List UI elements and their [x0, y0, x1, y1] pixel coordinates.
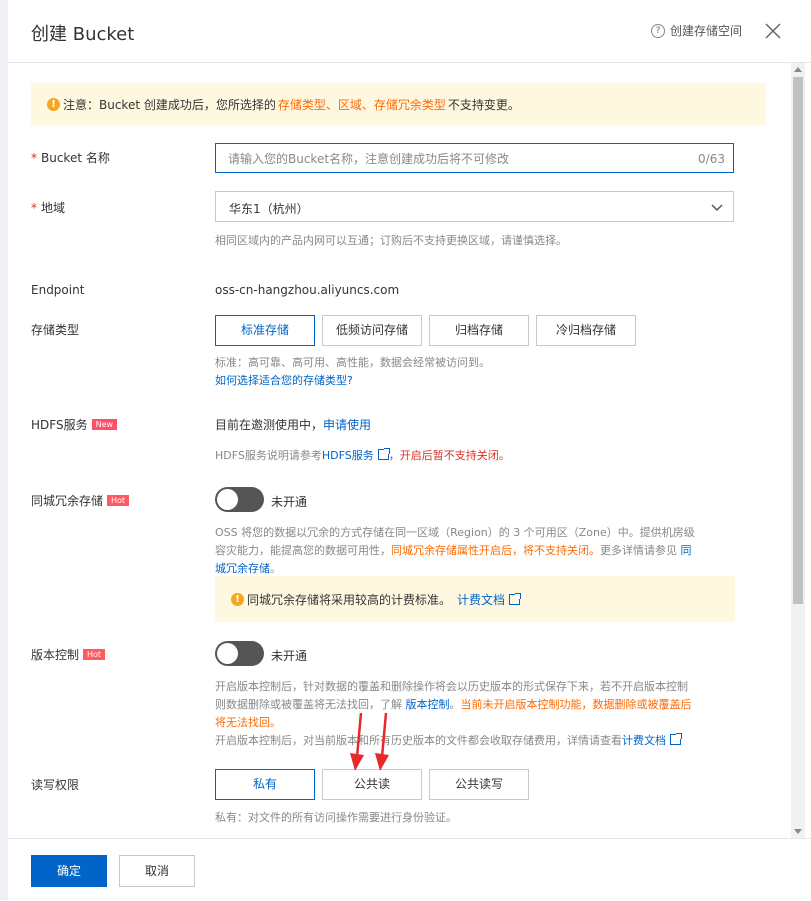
acl-option-public-read-write[interactable]: 公共读写 [429, 769, 529, 800]
close-icon[interactable] [764, 22, 782, 40]
bucket-name-label: * Bucket 名称 [31, 149, 110, 166]
zrs-note-text: 同城冗余存储将采用较高的计费标准。 [247, 592, 452, 607]
toggle-knob [217, 643, 238, 664]
notice-banner: ! 注意：Bucket 创建成功后，您所选择的 存储类型、区域、存储冗余类型 不… [31, 83, 766, 125]
versioning-line2: 则数据删除或被覆盖将无法找回，了解 版本控制。当前未开启版本控制功能，数据删除或… [215, 696, 745, 714]
zrs-doc-link-start[interactable]: 同 [681, 544, 692, 557]
external-link-icon [377, 448, 390, 460]
hdfs-label-text: HDFS服务 [31, 418, 88, 432]
versioning-toggle[interactable] [215, 641, 264, 666]
required-mark: * [31, 201, 37, 215]
acl-hint: 私有：对文件的所有访问操作需要进行身份验证。 [215, 811, 457, 824]
storage-class-label: 存储类型 [31, 323, 80, 337]
scrollbar[interactable] [791, 63, 805, 838]
versioning-doc-link[interactable]: 版本控制 [406, 698, 450, 711]
zrs-toggle-text: 未开通 [271, 495, 308, 509]
versioning-warning-cont: 将无法找回。 [215, 716, 281, 729]
storage-option-standard[interactable]: 标准存储 [215, 315, 315, 346]
dialog-title: 创建 Bucket [31, 24, 135, 45]
versioning-label: 版本控制 Hot [31, 646, 106, 663]
external-link-icon [670, 733, 682, 745]
help-link[interactable]: ? 创建存储空间 [651, 22, 742, 39]
notice-highlight: 存储类型、区域、存储冗余类型 [277, 97, 446, 112]
acl-option-private[interactable]: 私有 [215, 769, 315, 800]
zrs-desc-more: 更多详情请参见 [600, 544, 681, 557]
versioning-description: 开启版本控制后，针对数据的覆盖和删除操作将会以历史版本的形式保存下来，若不开启版… [215, 678, 745, 750]
dialog-body[interactable]: ! 注意：Bucket 创建成功后，您所选择的 存储类型、区域、存储冗余类型 不… [8, 63, 789, 838]
zrs-desc-warning: 同城冗余存储属性开启后，将不支持关闭。 [391, 544, 600, 557]
annotation-arrow-icon [350, 712, 389, 771]
endpoint-label: Endpoint [31, 283, 85, 297]
scroll-down-icon[interactable] [794, 829, 802, 834]
versioning-line2-end: 。 [449, 698, 461, 711]
zrs-label: 同城冗余存储 Hot [31, 492, 130, 509]
zrs-desc-line1: OSS 将您的数据以冗余的方式存储在同一区域（Region）的 3 个可用区（Z… [215, 526, 695, 539]
hdfs-doc-link[interactable]: HDFS服务 [322, 449, 374, 462]
help-label: 创建存储空间 [670, 24, 743, 38]
new-badge: New [91, 419, 118, 430]
hdfs-label: HDFS服务 New [31, 416, 118, 433]
warning-icon: ! [47, 97, 60, 111]
versioning-line2-text: 则数据删除或被覆盖将无法找回，了解 [215, 698, 406, 711]
toggle-knob [217, 489, 238, 510]
scroll-up-icon[interactable] [794, 67, 802, 72]
versioning-line1: 开启版本控制后，针对数据的覆盖和删除操作将会以历史版本的形式保存下来，若不开启版… [215, 680, 688, 693]
hdfs-hint-prefix: HDFS服务说明请参考 [215, 449, 322, 462]
zrs-doc-link[interactable]: 城冗余存储 [215, 562, 270, 575]
scrollbar-thumb[interactable] [793, 77, 803, 604]
hot-badge: Hot [83, 649, 106, 660]
bucket-name-label-text: Bucket 名称 [41, 151, 110, 165]
hot-badge: Hot [107, 495, 130, 506]
storage-option-cold-archive[interactable]: 冷归档存储 [536, 315, 636, 346]
acl-label: 读写权限 [31, 778, 80, 792]
zrs-description: OSS 将您的数据以冗余的方式存储在同一区域（Region）的 3 个可用区（Z… [215, 524, 740, 578]
warning-icon: ! [231, 592, 244, 606]
versioning-warning: 当前未开启版本控制功能，数据删除或被覆盖后 [460, 698, 692, 711]
zrs-desc-text: 容灾能力，能提高您的数据可用性， [215, 544, 391, 557]
versioning-toggle-text: 未开通 [271, 649, 308, 663]
hdfs-hint: HDFS服务说明请参考HDFS服务 ，开启后暂不支持关闭。 [215, 447, 510, 465]
zrs-billing-link[interactable]: 计费文档 [457, 591, 505, 608]
zrs-desc-end: 。 [270, 562, 281, 575]
question-icon: ? [651, 23, 665, 38]
region-value: 华东1（杭州） [229, 202, 309, 216]
endpoint-value: oss-cn-hangzhou.aliyuncs.com [215, 283, 400, 297]
chevron-down-icon [711, 201, 723, 216]
char-counter: 0/63 [698, 152, 725, 166]
region-select[interactable]: 华东1（杭州） [215, 191, 734, 222]
region-hint: 相同区域内的产品内网可以互通；订购后不支持更换区域，请谨慎选择。 [215, 234, 567, 247]
bucket-name-field[interactable]: 0/63 [215, 143, 734, 174]
region-label: * 地域 [31, 199, 65, 216]
bucket-name-input[interactable] [216, 144, 700, 174]
cancel-button[interactable]: 取消 [119, 855, 195, 887]
versioning-label-text: 版本控制 [31, 648, 80, 662]
hdfs-status-text: 目前在邀测使用中， [215, 418, 324, 432]
external-link-icon [509, 592, 522, 605]
zrs-billing-note: ! 同城冗余存储将采用较高的计费标准。 计费文档 [215, 576, 735, 622]
zrs-label-text: 同城冗余存储 [31, 494, 104, 508]
storage-option-archive[interactable]: 归档存储 [429, 315, 529, 346]
zrs-desc-line2: 容灾能力，能提高您的数据可用性，同城冗余存储属性开启后，将不支持关闭。更多详情请… [215, 542, 740, 560]
acl-option-public-read[interactable]: 公共读 [322, 769, 422, 800]
hdfs-status: 目前在邀测使用中，申请使用 [215, 416, 371, 433]
dialog-footer: 确定 取消 [8, 838, 811, 901]
region-label-text: 地域 [41, 201, 66, 215]
notice-suffix: 不支持变更。 [447, 97, 520, 112]
versioning-line4-text: 开启版本控制后，对当前版本和所有历史版本的文件都会收取存储费用，详情请查看 [215, 734, 622, 747]
confirm-button[interactable]: 确定 [31, 855, 107, 887]
notice-prefix: 注意：Bucket 创建成功后，您所选择的 [63, 97, 276, 112]
versioning-billing-link[interactable]: 计费文档 [622, 734, 666, 747]
hdfs-apply-link[interactable]: 申请使用 [323, 418, 371, 432]
storage-option-ia[interactable]: 低频访问存储 [322, 315, 422, 346]
dialog-header: 创建 Bucket ? 创建存储空间 [8, 0, 811, 63]
required-mark: * [31, 151, 37, 165]
versioning-line4: 开启版本控制后，对当前版本和所有历史版本的文件都会收取存储费用，详情请查看计费文… [215, 732, 745, 750]
storage-class-hint: 标准：高可靠、高可用、高性能，数据会经常被访问到。 [215, 356, 490, 369]
zrs-toggle[interactable] [215, 487, 264, 512]
hdfs-hint-warning: ，开启后暂不支持关闭。 [388, 449, 510, 462]
left-edge [0, 0, 8, 900]
storage-class-help-link[interactable]: 如何选择适合您的存储类型? [215, 372, 353, 390]
